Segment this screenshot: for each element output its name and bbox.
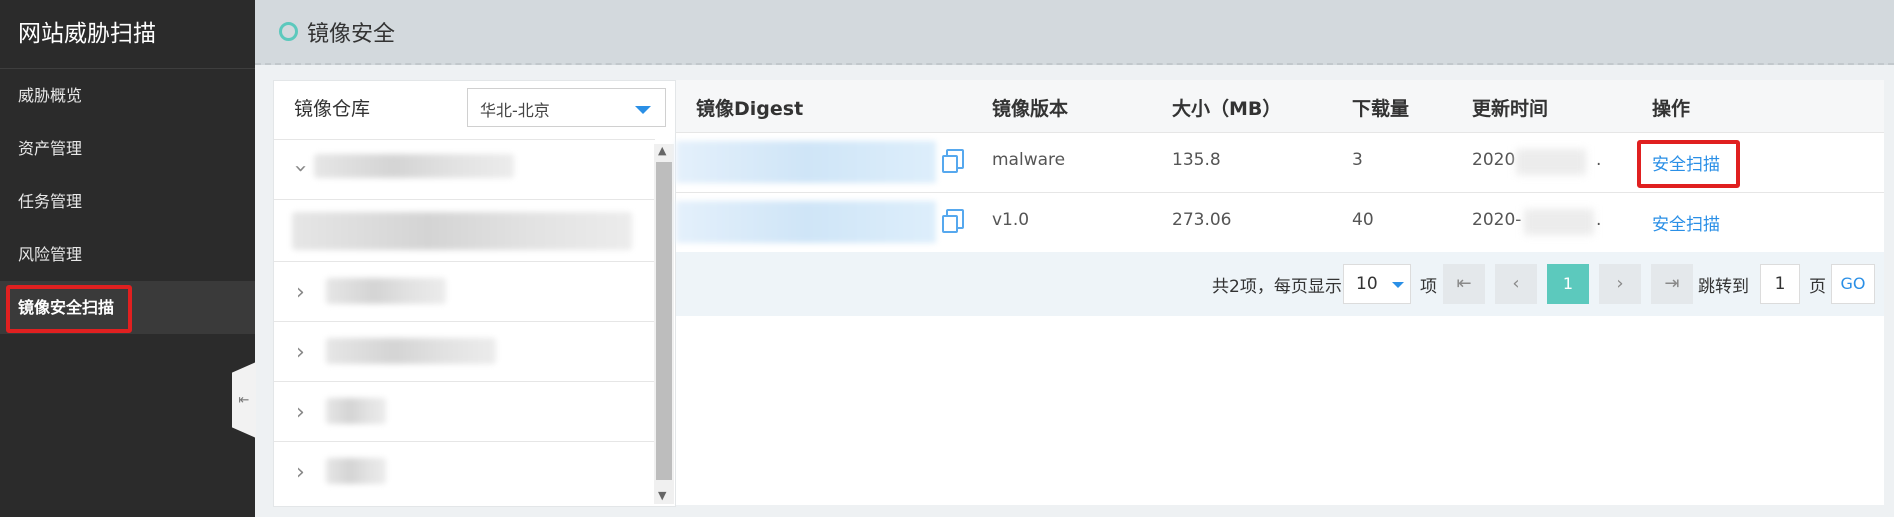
redacted-date	[1524, 209, 1594, 235]
list-item[interactable]: ›	[274, 261, 655, 321]
sidebar-item-label: 镜像安全扫描	[18, 298, 115, 317]
sidebar: 网站威胁扫描 威胁概览 资产管理 任务管理 风险管理 镜像安全扫描	[0, 0, 255, 517]
redacted-repo-name	[326, 278, 446, 304]
chevron-right-icon: ›	[296, 460, 305, 485]
repository-panel: 镜像仓库 华北-北京 › › › › › ▲ ▼	[273, 80, 676, 507]
sidebar-item-asset-management[interactable]: 资产管理	[0, 122, 255, 175]
redacted-repo-name	[326, 398, 386, 424]
redacted-repo-name	[326, 338, 496, 364]
table-row: malware 135.8 3 2020 . 安全扫描	[676, 133, 1884, 193]
chevron-right-icon: ›	[296, 340, 305, 365]
scrollbar[interactable]: ▲ ▼	[654, 144, 674, 504]
cell-updated: 2020-	[1472, 210, 1522, 230]
first-page-icon[interactable]: ⇤	[1443, 264, 1485, 304]
page-title: 镜像安全	[307, 22, 396, 47]
prev-page-icon[interactable]: ‹	[1495, 264, 1537, 304]
list-item[interactable]: ›	[274, 441, 655, 501]
column-header-size: 大小（MB）	[1172, 98, 1282, 120]
sidebar-item-label: 威胁概览	[18, 86, 83, 105]
sidebar-item-label: 资产管理	[18, 139, 83, 158]
chevron-right-icon: ›	[296, 400, 305, 425]
sidebar-item-label: 风险管理	[18, 245, 83, 264]
cell-downloads: 40	[1352, 210, 1374, 230]
cell-version: v1.0	[992, 210, 1030, 230]
list-item[interactable]: ›	[274, 139, 655, 199]
repository-label: 镜像仓库	[294, 98, 371, 120]
region-select[interactable]: 华北-北京	[467, 88, 666, 127]
redacted-repo-name	[326, 458, 386, 484]
page-header: 镜像安全	[255, 0, 1894, 65]
column-header-downloads: 下载量	[1352, 98, 1410, 120]
scrollbar-thumb[interactable]	[656, 162, 672, 480]
pagination-total: 共2项，每页显示	[1212, 277, 1342, 297]
copy-icon[interactable]	[942, 209, 964, 233]
jump-label: 跳转到	[1698, 277, 1749, 297]
cell-updated-tail: .	[1596, 210, 1602, 230]
page-button-current[interactable]: 1	[1547, 264, 1589, 304]
redacted-digest	[676, 201, 936, 243]
region-select-value: 华北-北京	[480, 101, 550, 120]
last-page-icon[interactable]: ⇥	[1651, 264, 1693, 304]
chevron-down-icon: ›	[287, 164, 313, 173]
list-item[interactable]: ›	[274, 381, 655, 441]
go-button[interactable]: GO	[1831, 264, 1875, 304]
column-header-updated: 更新时间	[1472, 98, 1549, 120]
cell-downloads: 3	[1352, 150, 1363, 170]
chevron-right-icon: ›	[296, 280, 305, 305]
list-item[interactable]: ›	[274, 321, 655, 381]
column-header-digest: 镜像Digest	[696, 98, 804, 120]
page-size-value: 10	[1356, 274, 1378, 294]
collapse-left-icon[interactable]: ⇤	[232, 362, 256, 438]
sidebar-item-task-management[interactable]: 任务管理	[0, 175, 255, 228]
app-title: 网站威胁扫描	[0, 0, 255, 69]
copy-icon[interactable]	[942, 149, 964, 173]
table-header: 镜像Digest 镜像版本 大小（MB） 下载量 更新时间 操作	[676, 80, 1884, 133]
page-size-unit: 项	[1420, 277, 1437, 297]
page-label: 页	[1809, 277, 1826, 297]
sidebar-item-threat-overview[interactable]: 威胁概览	[0, 69, 255, 122]
cell-size: 273.06	[1172, 210, 1232, 230]
cell-size: 135.8	[1172, 150, 1221, 170]
sidebar-item-label: 任务管理	[18, 192, 83, 211]
redacted-repo-name	[292, 212, 632, 250]
sidebar-item-risk-management[interactable]: 风险管理	[0, 228, 255, 281]
sidebar-item-image-security-scan[interactable]: 镜像安全扫描	[0, 281, 255, 334]
redacted-repo-name	[314, 154, 514, 178]
chevron-down-icon	[1392, 282, 1404, 288]
status-dot-icon	[279, 22, 298, 41]
list-item[interactable]	[274, 199, 655, 261]
security-scan-link[interactable]: 安全扫描	[1652, 150, 1720, 175]
jump-page-input[interactable]: 1	[1760, 264, 1800, 304]
pagination: 共2项，每页显示 10 项 ⇤ ‹ 1 › ⇥ 跳转到 1 页 GO	[676, 252, 1884, 316]
next-page-icon[interactable]: ›	[1599, 264, 1641, 304]
column-header-action: 操作	[1652, 98, 1691, 120]
security-scan-link[interactable]: 安全扫描	[1652, 210, 1720, 235]
scroll-down-icon[interactable]: ▼	[658, 489, 666, 502]
image-table: 镜像Digest 镜像版本 大小（MB） 下载量 更新时间 操作 malware…	[676, 80, 1884, 505]
table-row: v1.0 273.06 40 2020- . 安全扫描	[676, 193, 1884, 253]
redacted-date	[1516, 149, 1586, 175]
scroll-up-icon[interactable]: ▲	[658, 144, 666, 157]
cell-updated-tail: .	[1596, 150, 1602, 170]
redacted-digest	[676, 141, 936, 183]
column-header-version: 镜像版本	[992, 98, 1069, 120]
page-size-select[interactable]: 10	[1343, 264, 1411, 304]
chevron-down-icon	[635, 106, 651, 114]
cell-version: malware	[992, 150, 1066, 170]
repository-list: › › › › ›	[274, 139, 655, 501]
cell-updated: 2020	[1472, 150, 1516, 170]
